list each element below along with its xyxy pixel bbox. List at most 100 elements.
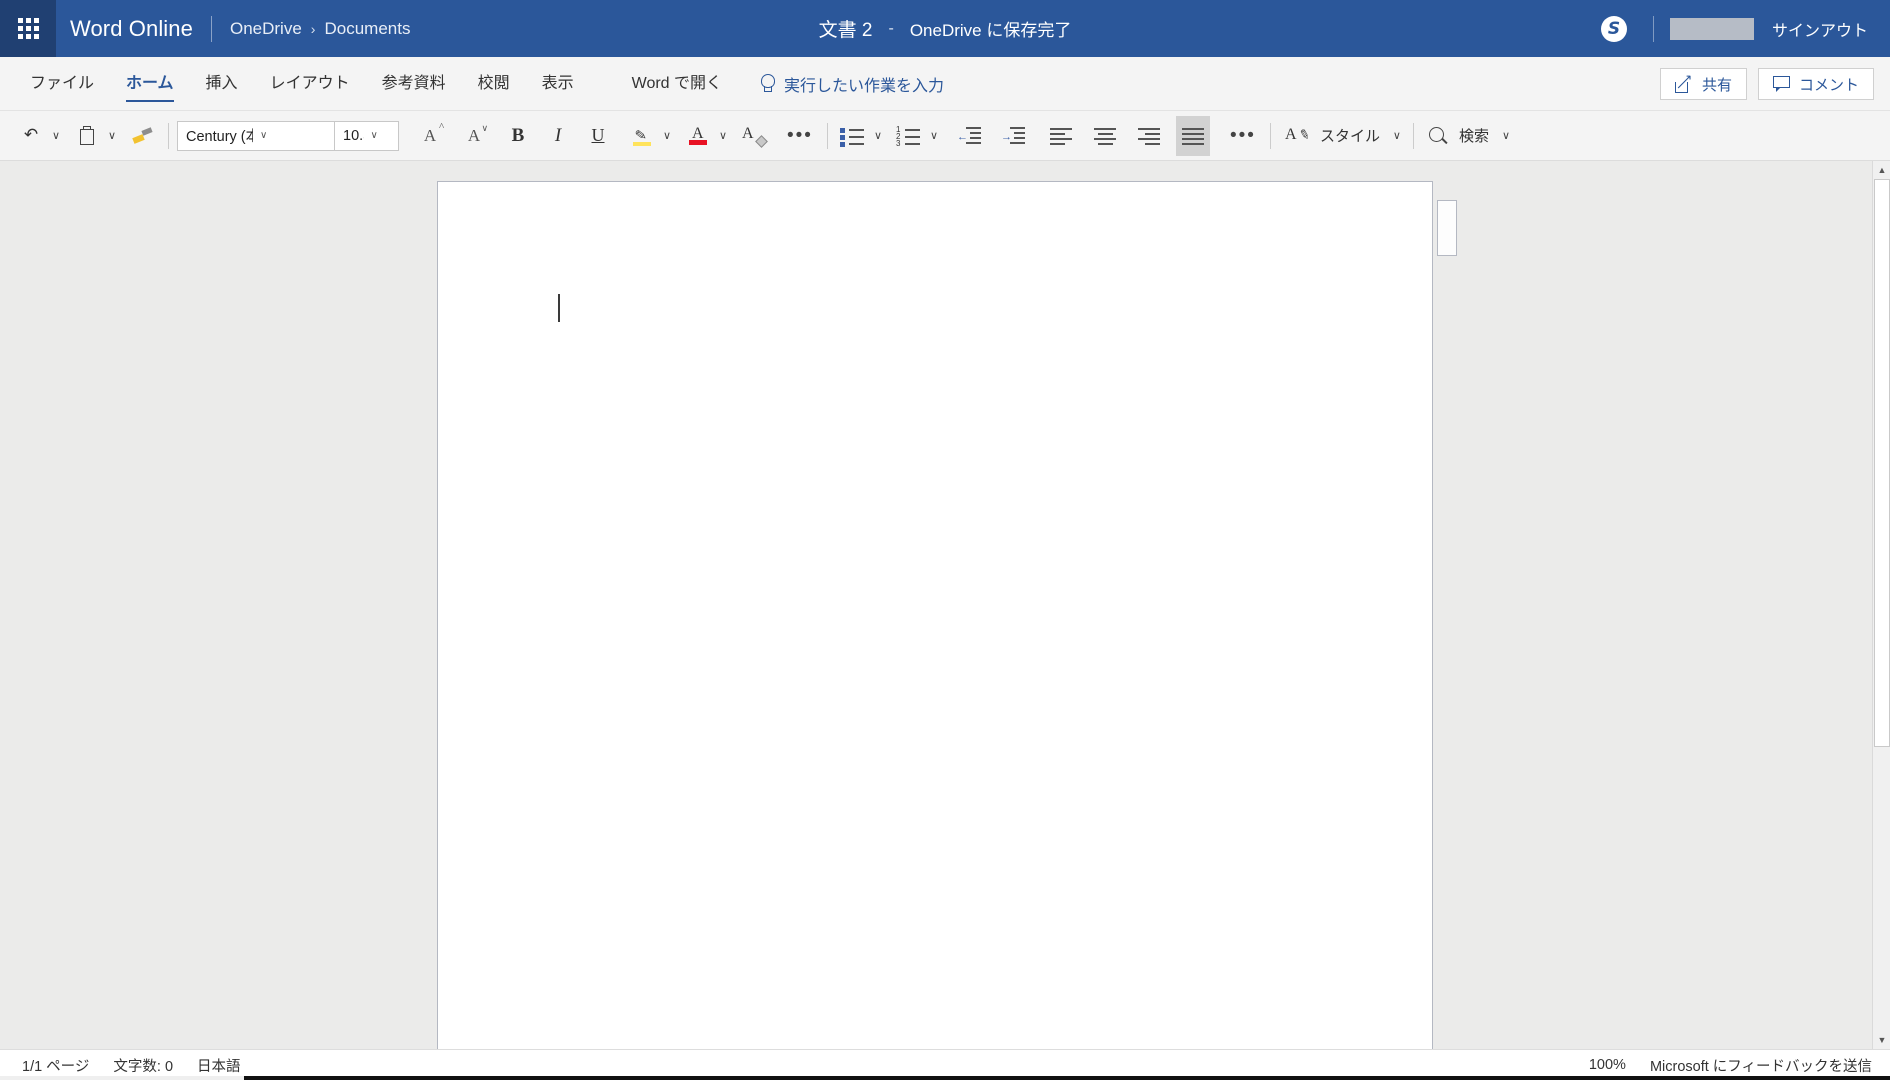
grow-font-icon: A: [424, 121, 445, 146]
undo-button[interactable]: ↶: [14, 116, 48, 156]
italic-button[interactable]: I: [541, 116, 575, 156]
font-color-button[interactable]: A: [681, 116, 715, 156]
more-font-options-button[interactable]: •••: [781, 116, 819, 156]
format-painter-button[interactable]: [126, 116, 160, 156]
word-count-status[interactable]: 文字数: 0: [113, 1055, 173, 1076]
vertical-scrollbar[interactable]: ▲ ▼: [1872, 161, 1890, 1049]
styles-icon: A ✎: [1284, 125, 1312, 143]
skype-button[interactable]: S: [1591, 6, 1637, 52]
user-name-redacted: [1669, 17, 1754, 40]
tell-me-label: 実行したい作業を入力: [784, 77, 945, 95]
highlight-button[interactable]: ✎: [625, 116, 659, 156]
tell-me-search[interactable]: 実行したい作業を入力: [746, 57, 958, 111]
bullets-dropdown[interactable]: ∨: [870, 116, 886, 156]
paste-button[interactable]: [70, 116, 104, 156]
decrease-indent-button[interactable]: ←: [952, 116, 986, 156]
zoom-level[interactable]: 100%: [1589, 1057, 1626, 1073]
side-pane-tab[interactable]: [1437, 200, 1457, 256]
scrollbar-thumb[interactable]: [1874, 179, 1890, 747]
search-dropdown[interactable]: ∨: [1498, 116, 1514, 156]
styles-button[interactable]: A ✎ スタイル: [1279, 116, 1389, 156]
lightbulb-icon: [760, 74, 776, 93]
app-brand-word-online[interactable]: Word Online: [56, 0, 211, 57]
hscroll-track: [0, 1076, 244, 1080]
document-canvas[interactable]: [0, 161, 1872, 1049]
save-status-label: OneDrive に保存完了: [909, 21, 1072, 40]
language-status[interactable]: 日本語: [197, 1055, 241, 1076]
comments-button[interactable]: コメント: [1757, 68, 1874, 100]
tab-insert[interactable]: 挿入: [190, 57, 254, 111]
clear-formatting-button[interactable]: A: [737, 116, 771, 156]
align-justify-icon: [1181, 127, 1204, 145]
bullet-list-icon: [839, 126, 866, 147]
align-right-icon: [1137, 127, 1160, 145]
ribbon-tab-row: ファイル ホーム 挿入 レイアウト 参考資料 校閲 表示 Word で開く 実行…: [0, 57, 1890, 111]
tab-view[interactable]: 表示: [526, 57, 590, 111]
paintbrush-icon: [132, 126, 153, 145]
tab-file[interactable]: ファイル: [14, 57, 110, 111]
tab-review[interactable]: 校閲: [462, 57, 526, 111]
more-paragraph-options-button[interactable]: •••: [1224, 116, 1262, 156]
underline-button[interactable]: U: [581, 116, 615, 156]
page-count-status[interactable]: 1/1 ページ: [22, 1055, 89, 1076]
increase-indent-button[interactable]: →: [996, 116, 1030, 156]
shrink-font-button[interactable]: A: [457, 116, 491, 156]
underline-icon: U: [591, 125, 605, 145]
share-label: 共有: [1701, 76, 1732, 94]
toolbar-divider-2: [826, 122, 828, 149]
top-brand-bar: Word Online OneDrive › Documents 文書 2 - …: [0, 0, 1890, 57]
scroll-up-button[interactable]: ▲: [1873, 161, 1890, 179]
highlight-dropdown[interactable]: ∨: [659, 116, 675, 156]
numbering-button[interactable]: 1 2 3: [892, 116, 926, 156]
document-page[interactable]: [437, 181, 1433, 1049]
search-label: 検索: [1458, 128, 1489, 145]
title-dash: -: [888, 19, 894, 37]
search-button[interactable]: 検索: [1422, 116, 1498, 156]
numbering-dropdown[interactable]: ∨: [926, 116, 942, 156]
sign-out-link[interactable]: サインアウト: [1772, 17, 1890, 41]
bold-button[interactable]: B: [501, 116, 535, 156]
bullets-button[interactable]: [836, 116, 870, 156]
align-left-icon: [1049, 127, 1072, 145]
align-left-button[interactable]: [1044, 116, 1078, 156]
toolbar-divider-1: [168, 122, 169, 149]
tab-layout[interactable]: レイアウト: [254, 57, 366, 111]
horizontal-scrollbar[interactable]: [0, 1076, 1890, 1080]
scroll-down-button[interactable]: ▼: [1873, 1031, 1890, 1049]
breadcrumb-current[interactable]: Documents: [324, 19, 410, 39]
font-size-select[interactable]: 10.5 ∨: [335, 120, 399, 151]
text-caret: [558, 294, 560, 322]
font-color-dropdown[interactable]: ∨: [715, 116, 731, 156]
styles-dropdown[interactable]: ∨: [1389, 116, 1405, 156]
topbar-right-group: S サインアウト: [1591, 0, 1890, 57]
open-in-word-button[interactable]: Word で開く: [616, 57, 738, 111]
tab-home[interactable]: ホーム: [110, 57, 190, 111]
clipboard-icon: [79, 126, 95, 145]
app-launcher-button[interactable]: [0, 0, 56, 57]
hscroll-thumb[interactable]: [244, 1076, 1890, 1080]
align-center-button[interactable]: [1088, 116, 1122, 156]
formatting-toolbar: ↶ ∨ ∨ Century (本文) ∨ 10.5 ∨ A A B I U ✎ …: [0, 111, 1890, 161]
feedback-link[interactable]: Microsoft にフィードバックを送信: [1650, 1055, 1872, 1076]
comment-icon: [1772, 76, 1791, 92]
font-name-select[interactable]: Century (本文) ∨: [177, 120, 335, 151]
align-right-button[interactable]: [1132, 116, 1166, 156]
grow-font-button[interactable]: A: [413, 116, 447, 156]
topbar-divider: [1652, 15, 1654, 42]
search-icon: [1428, 126, 1448, 146]
tab-references[interactable]: 参考資料: [366, 57, 462, 111]
align-center-icon: [1093, 127, 1116, 145]
document-title[interactable]: 文書 2: [819, 15, 873, 42]
share-button[interactable]: ⟶ 共有: [1659, 68, 1747, 100]
ellipsis-icon: •••: [1229, 124, 1256, 146]
comments-label: コメント: [1798, 76, 1859, 94]
toolbar-divider-4: [1412, 122, 1414, 149]
breadcrumb-root[interactable]: OneDrive: [230, 19, 302, 39]
paste-dropdown[interactable]: ∨: [104, 116, 120, 156]
font-size-value: 10.5: [343, 127, 364, 144]
align-justify-button[interactable]: [1175, 115, 1210, 156]
shrink-font-icon: A: [468, 123, 489, 146]
breadcrumb[interactable]: OneDrive › Documents: [212, 19, 410, 39]
undo-dropdown[interactable]: ∨: [48, 116, 64, 156]
bold-icon: B: [511, 124, 525, 146]
